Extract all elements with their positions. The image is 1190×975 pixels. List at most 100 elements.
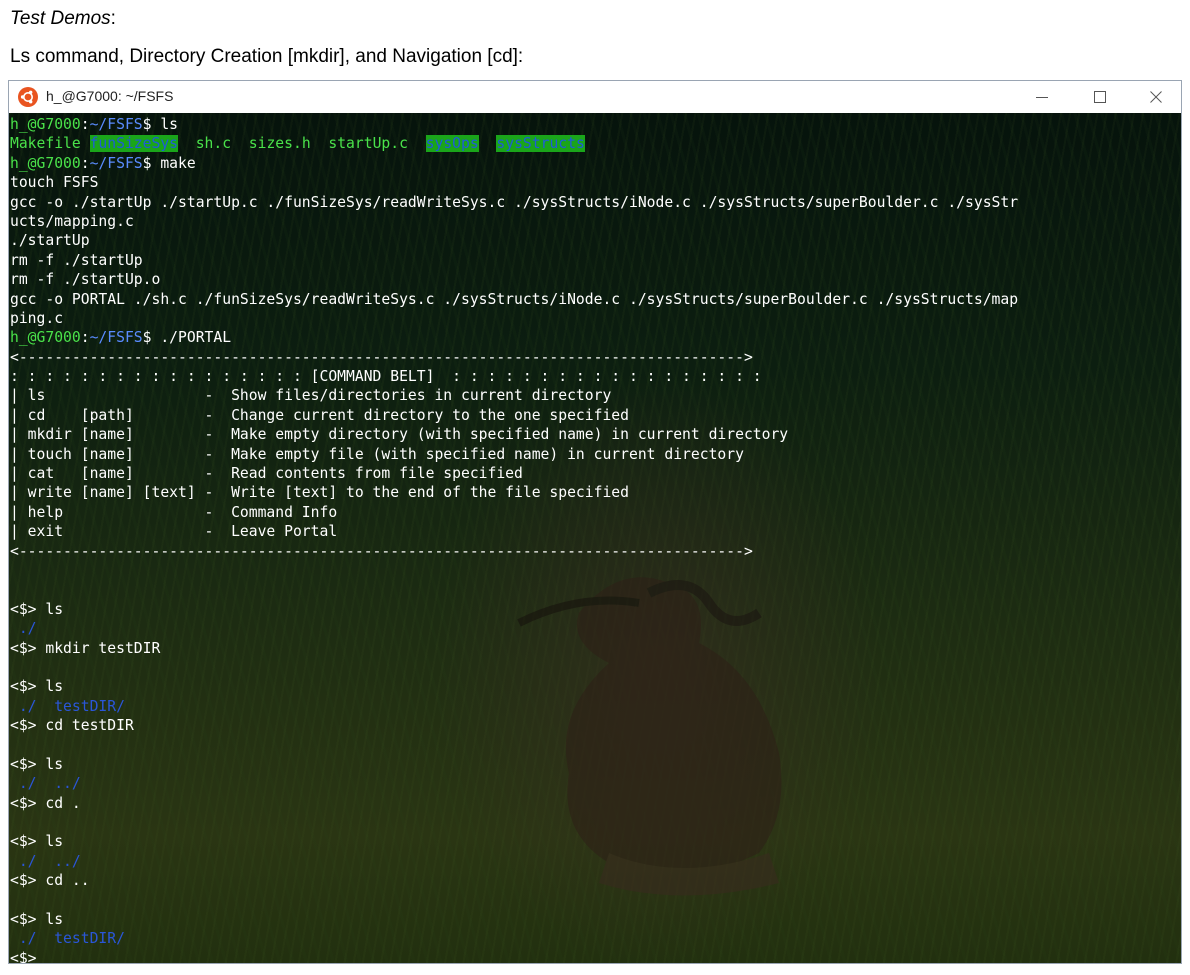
command-text: ls (45, 600, 64, 618)
prompt-dollar: $ (142, 154, 161, 172)
command-text: make (160, 154, 196, 172)
doc-heading-text: Test Demos (10, 8, 111, 29)
command-belt-line: | cat [name] - Read contents from file s… (10, 465, 523, 483)
terminal-line: ./startUp (10, 232, 90, 250)
command-belt-line: | mkdir [name] - Make empty directory (w… (10, 426, 789, 444)
terminal-line: gcc -o PORTAL ./sh.c ./funSizeSys/readWr… (10, 290, 1019, 308)
maximize-icon (1094, 91, 1106, 103)
command-text: ls (45, 911, 64, 929)
command-belt-line: | write [name] [text] - Write [text] to … (10, 484, 629, 502)
command-belt-line: | ls - Show files/directories in current… (10, 387, 612, 405)
portal-output-line: ./ testDIR/ (10, 697, 125, 715)
ls-file: sizes.h (248, 135, 329, 153)
portal-prompt: <$> (10, 911, 46, 929)
command-text: cd testDIR (45, 717, 134, 735)
command-text: cd .. (45, 872, 90, 890)
portal-output-line: ./ ../ (10, 775, 81, 793)
portal-command-line: <$> mkdir testDIR (10, 639, 1018, 658)
portal-command-line: <$> ls (10, 910, 1018, 929)
prompt-dollar: $ (142, 116, 161, 133)
minimize-button[interactable] (1019, 81, 1065, 113)
portal-prompt: <$> (10, 600, 46, 618)
terminal-line: rm -f ./startUp.o (10, 271, 161, 289)
command-text: ls (45, 833, 64, 851)
doc-subheading: Ls command, Directory Creation [mkdir], … (10, 46, 524, 67)
window-titlebar[interactable]: h_@G7000: ~/FSFS (9, 81, 1181, 114)
terminal-line: touch FSFS (10, 174, 99, 192)
portal-prompt: <$> (10, 872, 46, 890)
prompt-path: ~/FSFS (89, 116, 143, 133)
portal-command-line: <$> ls (10, 677, 1018, 696)
terminal-output: h_@G7000:~/FSFS$ ls Makefile funSizeSys s… (9, 113, 1018, 963)
doc-heading: Test Demos: (10, 8, 116, 30)
command-belt-line: <---------------------------------------… (10, 348, 753, 366)
terminal-line: h_@G7000:~/FSFS$ ls (10, 115, 1018, 134)
terminal-line: h_@G7000:~/FSFS$ make (10, 154, 1018, 173)
portal-prompt: <$> (10, 639, 46, 657)
command-text: cd . (45, 794, 81, 812)
window-title: h_@G7000: ~/FSFS (46, 88, 174, 104)
prompt-path: ~/FSFS (89, 154, 143, 172)
terminal-line: ucts/mapping.c (10, 212, 134, 230)
prompt-user-host: h_@G7000 (10, 116, 81, 133)
command-belt-line: | touch [name] - Make empty file (with s… (10, 445, 744, 463)
minimize-icon (1036, 97, 1048, 98)
ls-dir: sysOps (425, 135, 479, 153)
ls-dir: funSizeSys (89, 135, 179, 153)
portal-prompt: <$> (10, 717, 46, 735)
portal-prompt: <$> (10, 678, 46, 696)
portal-command-line: <$> cd testDIR (10, 716, 1018, 735)
prompt-dollar: $ (142, 329, 161, 347)
ls-separator (479, 135, 497, 152)
terminal-window: h_@G7000: ~/FSFS h_@G7000:~/FSFS$ ls Make… (8, 80, 1182, 964)
command-belt-line: | cd [path] - Change current directory t… (10, 406, 629, 424)
terminal-line: rm -f ./startUp (10, 251, 143, 269)
ls-separator (178, 135, 196, 152)
terminal-line: gcc -o ./startUp ./startUp.c ./funSizeSy… (10, 193, 1019, 211)
portal-output-line: ./ testDIR/ (10, 930, 125, 948)
maximize-button[interactable] (1077, 81, 1123, 113)
portal-command-line: <$> ls (10, 832, 1018, 851)
prompt-colon: : (80, 329, 90, 347)
doc-heading-colon: : (110, 8, 116, 29)
portal-prompt: <$> (10, 794, 46, 812)
close-icon (1150, 91, 1162, 103)
ubuntu-icon (18, 87, 38, 107)
portal-command-line: <$> ls (10, 600, 1018, 619)
portal-command-line: <$> cd .. (10, 871, 1018, 890)
portal-final-prompt[interactable]: <$> (10, 949, 1018, 963)
prompt-path: ~/FSFS (89, 329, 143, 347)
command-text: mkdir testDIR (45, 639, 161, 657)
portal-prompt: <$> (10, 755, 46, 773)
ls-file: sh.c (195, 135, 249, 153)
portal-output-line: ./ ../ (10, 852, 81, 870)
prompt-colon: : (80, 116, 90, 133)
command-text: ls (45, 678, 64, 696)
terminal-line: ping.c (10, 309, 64, 327)
portal-command-line: <$> ls (10, 755, 1018, 774)
close-button[interactable] (1133, 81, 1179, 113)
prompt-colon: : (80, 154, 90, 172)
portal-prompt: <$> (10, 833, 46, 851)
prompt-user-host: h_@G7000 (10, 154, 81, 172)
terminal-line: Makefile funSizeSys sh.c sizes.h startUp… (10, 134, 1018, 153)
portal-output-line: ./ (10, 620, 37, 638)
ls-file: startUp.c (328, 135, 426, 153)
prompt-user-host: h_@G7000 (10, 329, 81, 347)
terminal-area[interactable]: h_@G7000:~/FSFS$ ls Makefile funSizeSys s… (9, 113, 1181, 963)
command-text: ls (160, 116, 179, 133)
ls-file: Makefile (10, 135, 90, 153)
terminal-line: h_@G7000:~/FSFS$ ./PORTAL (10, 328, 1018, 347)
command-belt-line: : : : : : : : : : : : : : : : : : [COMMA… (10, 368, 762, 386)
command-text: ls (45, 755, 64, 773)
command-belt-line: <---------------------------------------… (10, 542, 753, 560)
ls-dir: sysStructs (496, 135, 585, 153)
command-belt-line: | help - Command Info (10, 503, 338, 521)
portal-command-line: <$> cd . (10, 794, 1018, 813)
